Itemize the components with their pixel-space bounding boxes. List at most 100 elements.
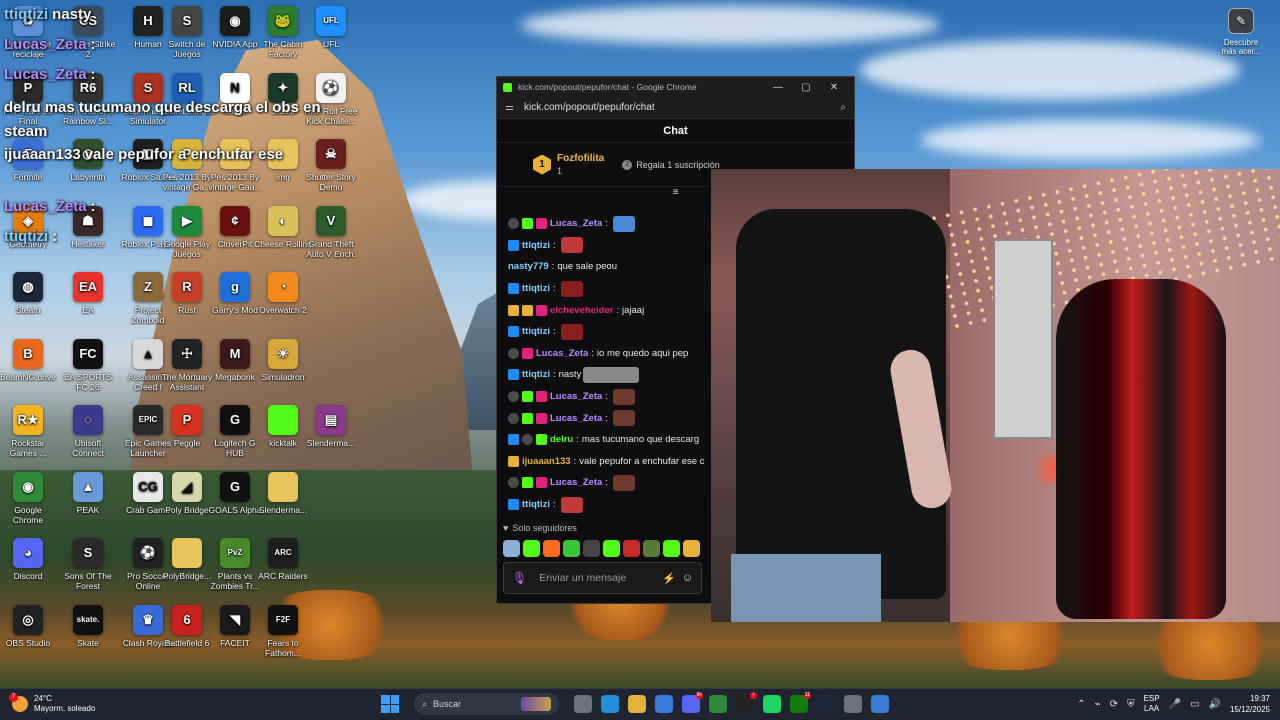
desktop-shortcut[interactable]: ◕ Discord [0, 538, 57, 581]
subscriber-badge-icon[interactable] [536, 477, 547, 489]
chat-username[interactable]: ijuaaan133 [522, 456, 571, 467]
edge-icon[interactable] [601, 695, 619, 713]
task-view-icon[interactable] [574, 695, 592, 713]
commands-icon[interactable]: ⚡ [662, 572, 676, 585]
chat-username[interactable]: Lucas_Zeta [550, 218, 602, 229]
desktop-shortcut[interactable]: ☠ Shutter Story Demo [302, 139, 360, 192]
taskbar-search[interactable]: ⌕ [414, 693, 559, 715]
chat-username[interactable]: Lucas_Zeta [550, 391, 602, 402]
chat-username[interactable]: Lucas_Zeta [536, 348, 588, 359]
site-info-icon[interactable]: ⚌ [505, 102, 514, 113]
verified-badge-icon[interactable] [522, 218, 533, 230]
github-icon[interactable]: • [736, 692, 757, 713]
desktop-shortcut[interactable]: ◎ OBS Studio [0, 604, 57, 648]
emote-quick-bar[interactable] [503, 540, 700, 557]
desktop-shortcut[interactable]: ◍ Steam [0, 272, 57, 315]
desktop-shortcut[interactable]: V Grand Theft Auto V Ench. [302, 205, 360, 259]
moderator-badge-icon[interactable] [522, 434, 533, 446]
xbox-icon[interactable]: 11 [790, 692, 811, 713]
store-icon[interactable] [655, 695, 673, 713]
chat-username[interactable]: Lucas_Zeta [550, 413, 602, 424]
verified-badge-icon[interactable] [522, 391, 533, 403]
minimize-button[interactable]: — [764, 82, 792, 93]
zoom-icon[interactable]: ⌕ [840, 102, 846, 113]
chat-message[interactable]: Lucas_Zeta: [497, 407, 712, 429]
chat-username[interactable]: ttiqtizi [522, 499, 550, 510]
vip-badge-icon[interactable] [508, 283, 519, 295]
vip-badge-icon[interactable] [508, 499, 519, 511]
chat-username[interactable]: Lucas_Zeta [550, 477, 602, 488]
moderator-badge-icon[interactable] [508, 218, 519, 230]
desktop-shortcut[interactable]: ◉ Google Chrome [0, 471, 57, 525]
vip-badge-icon[interactable] [508, 239, 519, 251]
moderator-badge-icon[interactable] [508, 347, 519, 359]
chat-message[interactable]: Lucas_Zeta: [497, 213, 712, 235]
chevron-up-icon[interactable]: ⌃ [1077, 699, 1085, 710]
emote-button[interactable] [643, 540, 660, 557]
chat-emote[interactable] [560, 280, 583, 297]
file-explorer-icon[interactable] [628, 695, 646, 713]
chat-emote[interactable] [612, 410, 635, 427]
chat-emote[interactable] [560, 496, 583, 513]
url-text[interactable]: kick.com/popout/pepufor/chat [524, 102, 840, 113]
desktop-shortcut[interactable]: R★ Rockstar Games ... [0, 405, 57, 458]
chat-username[interactable]: ttiqtizi [522, 240, 550, 251]
emote-button[interactable] [663, 540, 680, 557]
subscriber-badge-icon[interactable] [536, 218, 547, 230]
chat-emote[interactable] [612, 215, 635, 232]
chat-message[interactable]: ijuaaan133: vale pepufor a enchufar ese c [497, 451, 712, 473]
language-indicator[interactable]: ESP LAA [1144, 694, 1160, 714]
microphone-icon[interactable]: 🎤 [1169, 699, 1181, 710]
desktop-shortcut[interactable]: ▲ PEAK [59, 471, 117, 515]
subscriber-badge-icon[interactable] [536, 304, 547, 316]
emote-button[interactable] [603, 540, 620, 557]
vip-badge-icon[interactable] [508, 434, 519, 446]
desktop-shortcut[interactable]: skate. Skate [59, 604, 117, 648]
desktop-shortcut[interactable]: EA EA [59, 272, 117, 315]
verified-badge-icon[interactable] [522, 477, 533, 489]
gold-badge-icon[interactable] [522, 304, 533, 316]
subscriber-badge-icon[interactable] [536, 391, 547, 403]
desktop-shortcut[interactable]: ▤ Slenderma... [302, 405, 360, 448]
desktop-shortcut[interactable]: ARC ARC Raiders [254, 538, 312, 581]
chat-message[interactable]: ttiqtizi: [497, 235, 712, 257]
crown-badge-icon[interactable] [508, 304, 519, 316]
desktop-shortcut[interactable]: ◌ Ubisoft Connect [59, 405, 117, 458]
chat-username[interactable]: elcheveheider [550, 305, 613, 316]
subscriber-badge-icon[interactable] [522, 347, 533, 359]
emote-button[interactable] [683, 540, 700, 557]
maximize-button[interactable]: ▢ [792, 82, 820, 93]
gold-badge-icon[interactable] [508, 455, 519, 467]
security-icon[interactable]: ⛨ [1127, 699, 1135, 710]
chat-message[interactable]: ttiqtizi: [497, 494, 712, 516]
chat-message[interactable]: ttiqtizi: nasty [497, 364, 712, 386]
moderator-badge-icon[interactable] [508, 412, 519, 424]
network-off-icon[interactable]: ⌁ [1095, 699, 1101, 710]
volume-icon[interactable]: 🔊 [1209, 699, 1221, 710]
desktop-shortcut[interactable]: F2F Fears to Fathom... [254, 604, 312, 658]
chat-username[interactable]: delru [550, 434, 573, 445]
emote-button[interactable] [503, 540, 520, 557]
chat-message[interactable]: Lucas_Zeta: [497, 472, 712, 494]
moderator-badge-icon[interactable] [508, 477, 519, 489]
emote-button[interactable] [523, 540, 540, 557]
desktop-shortcut[interactable]: UFL UFL [302, 6, 360, 49]
chat-message[interactable]: ttiqtizi: [497, 278, 712, 300]
weather-widget[interactable]: 7 24°C Mayorm. soleado [9, 693, 95, 714]
emote-button[interactable] [623, 540, 640, 557]
chat-message[interactable]: delru: mas tucumano que descarg [497, 429, 712, 451]
display-icon[interactable]: ▭ [1190, 699, 1199, 710]
chat-message[interactable]: Lucas_Zeta: io me quedo aqui pep [497, 343, 712, 365]
emoji-picker-icon[interactable]: ☺ [682, 572, 693, 584]
desktop-shortcut[interactable]: Slenderma... [254, 471, 312, 515]
spotify-icon[interactable] [763, 695, 781, 713]
gift-sub-button[interactable]: 2 Regala 1 suscripción [622, 159, 720, 170]
search-input[interactable] [433, 699, 514, 709]
chat-message[interactable]: nasty779: que sale peou [497, 256, 712, 278]
steam-icon[interactable] [817, 695, 835, 713]
message-input[interactable] [539, 572, 657, 584]
vip-badge-icon[interactable] [508, 326, 519, 338]
desktop-shortcut[interactable]: ◔ Overwatch 2 [254, 272, 312, 315]
chat-message[interactable]: elcheveheider: jajaaj [497, 299, 712, 321]
chrome-icon[interactable] [709, 695, 727, 713]
